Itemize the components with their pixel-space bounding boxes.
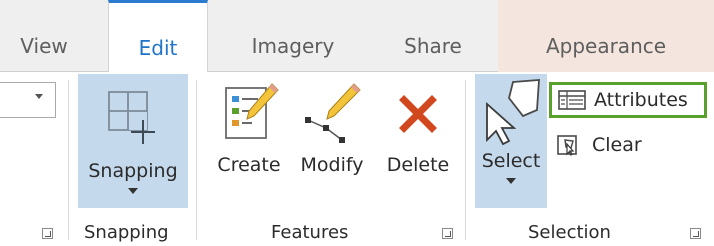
- select-button-label: Select: [481, 150, 541, 172]
- chevron-down-icon: [128, 188, 138, 194]
- clear-button[interactable]: Clear: [556, 128, 642, 162]
- tab-view[interactable]: View: [0, 0, 88, 72]
- vertices-pencil-icon: [305, 83, 361, 143]
- delete-button-label: Delete: [386, 154, 450, 176]
- cursor-polygon-icon: [486, 79, 540, 146]
- clear-selection-icon: [557, 135, 577, 156]
- tab-imagery[interactable]: Imagery: [238, 0, 348, 72]
- modify-button[interactable]: Modify: [292, 74, 372, 176]
- dialog-launcher-icon[interactable]: [690, 228, 701, 239]
- group-divider: [465, 80, 466, 240]
- create-button-label: Create: [217, 154, 281, 176]
- attributes-button-label: Attributes: [594, 89, 688, 111]
- snapping-button[interactable]: Snapping: [78, 74, 188, 208]
- create-button[interactable]: Create: [210, 74, 288, 176]
- snapping-group-label: Snapping: [84, 222, 169, 243]
- dialog-launcher-icon[interactable]: [442, 228, 453, 239]
- dialog-launcher-icon[interactable]: [42, 228, 53, 239]
- red-x-icon: [399, 95, 437, 133]
- tab-share[interactable]: Share: [384, 0, 482, 72]
- group-divider: [68, 80, 69, 240]
- select-button[interactable]: Select: [475, 74, 547, 208]
- partial-dropdown[interactable]: [0, 82, 56, 118]
- delete-button[interactable]: Delete: [380, 74, 456, 176]
- chevron-down-icon: [506, 178, 516, 184]
- snapping-button-label: Snapping: [88, 160, 178, 182]
- table-icon: [558, 90, 586, 110]
- chevron-down-icon: [35, 94, 43, 99]
- modify-button-label: Modify: [300, 154, 364, 176]
- ribbon-tab-strip: View Edit Imagery Share Appearance: [0, 0, 714, 73]
- clear-button-label: Clear: [592, 134, 642, 156]
- tab-appearance[interactable]: Appearance: [498, 0, 714, 72]
- selection-group-label: Selection: [528, 222, 611, 243]
- attributes-button[interactable]: Attributes: [549, 82, 707, 118]
- grid-plus-icon: [108, 91, 155, 144]
- group-divider: [196, 80, 197, 240]
- tab-edit[interactable]: Edit: [108, 0, 208, 73]
- features-group-label: Features: [271, 222, 349, 243]
- form-pencil-icon: [225, 83, 279, 139]
- edit-ribbon: Snapping Snapping Create Modify Delete F…: [0, 72, 714, 246]
